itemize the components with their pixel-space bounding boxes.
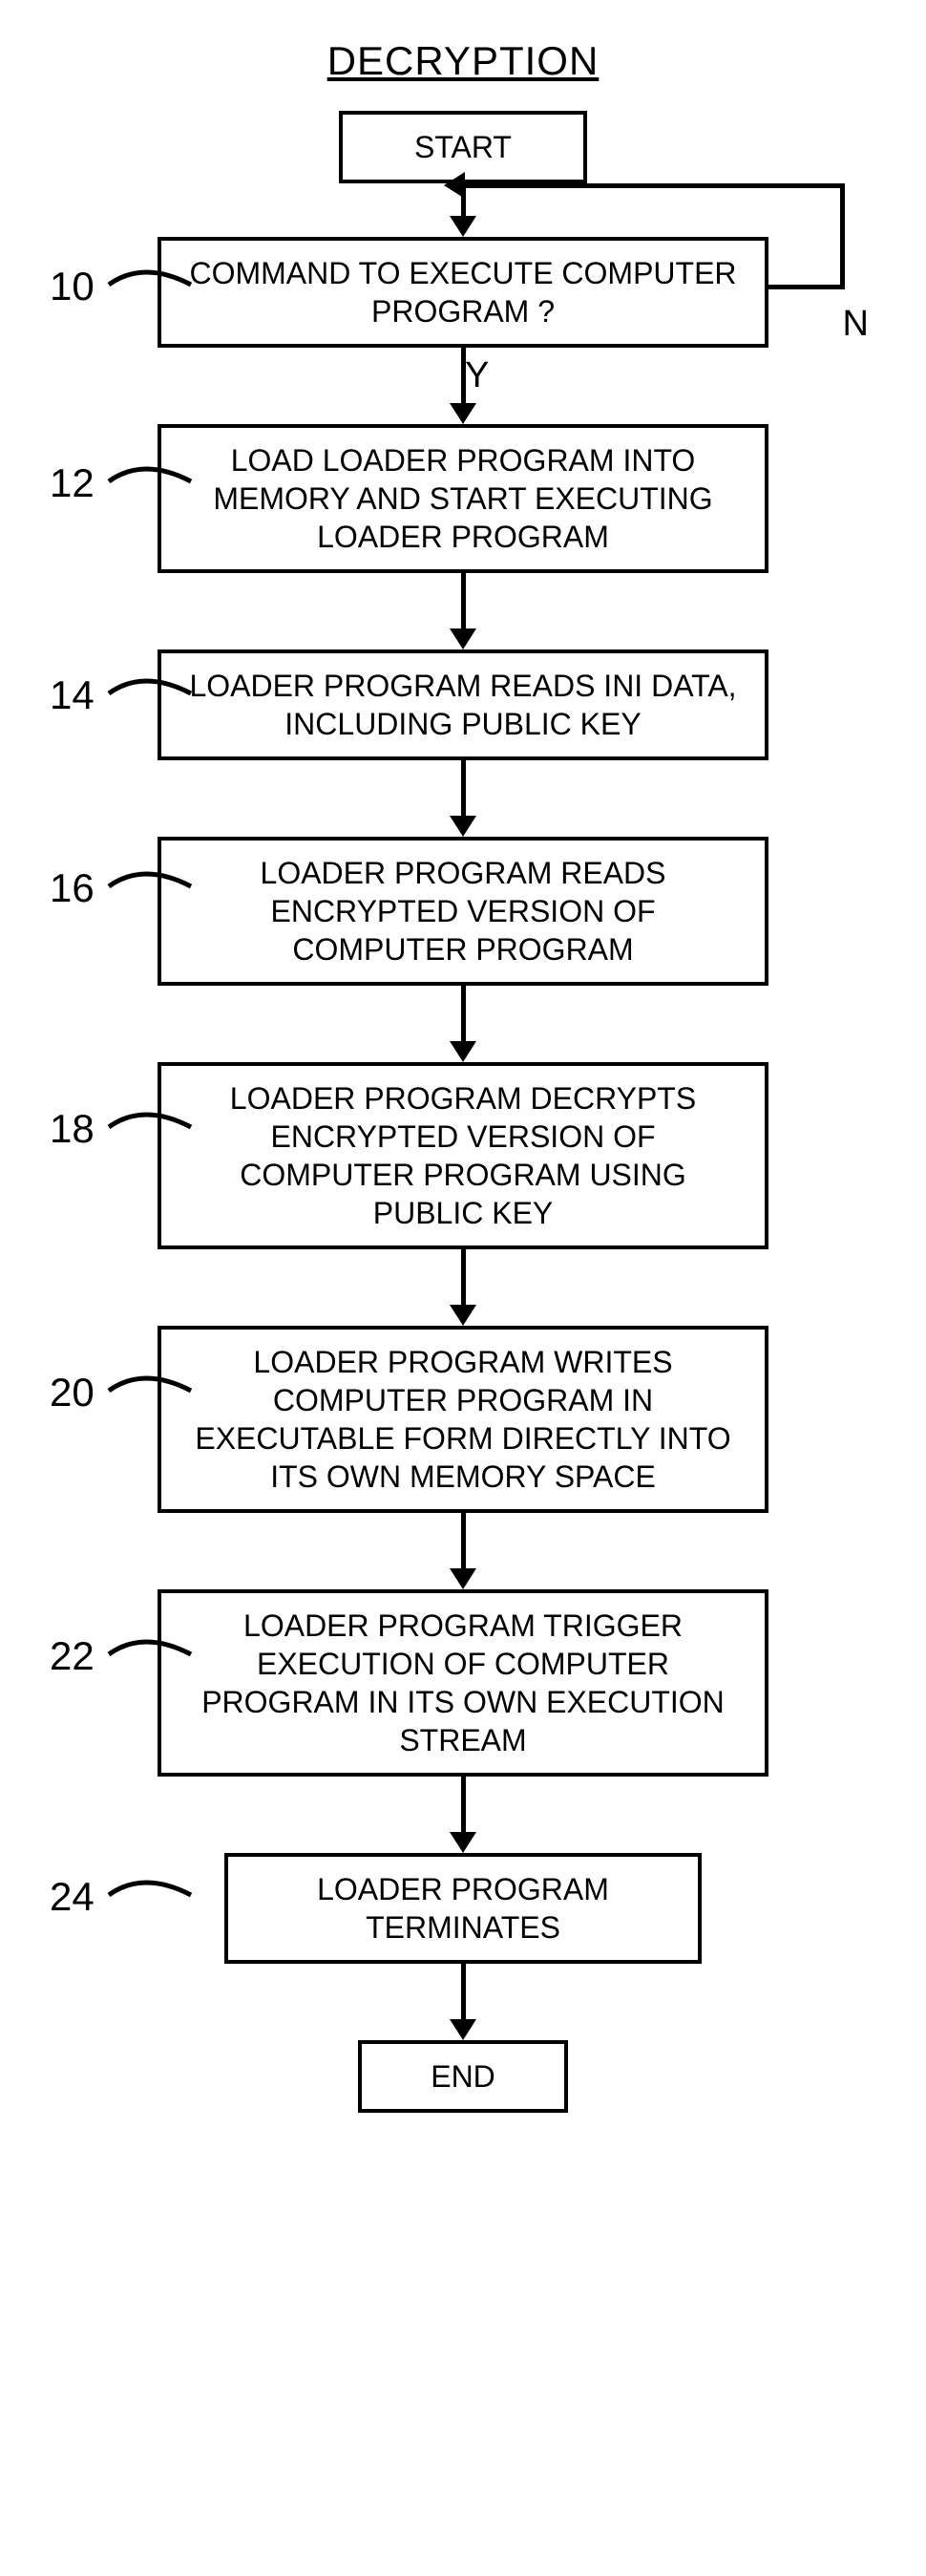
edge bbox=[461, 760, 466, 818]
yes-label: Y bbox=[465, 355, 489, 396]
arrow-down-icon bbox=[450, 216, 476, 237]
start-node: START bbox=[339, 111, 587, 183]
edge bbox=[461, 1249, 466, 1307]
diagram-title: DECRYPTION bbox=[327, 38, 600, 84]
step-number: 22 bbox=[50, 1633, 95, 1679]
label-connector bbox=[105, 1866, 195, 1924]
step-number: 18 bbox=[50, 1106, 95, 1152]
step-box-16: LOADER PROGRAM READS ENCRYPTED VERSION O… bbox=[158, 837, 768, 986]
edge bbox=[461, 1513, 466, 1570]
no-label: N bbox=[843, 304, 869, 345]
step-box-12: LOAD LOADER PROGRAM INTO MEMORY AND STAR… bbox=[158, 424, 768, 573]
edge bbox=[461, 573, 466, 630]
arrow-down-icon bbox=[450, 1041, 476, 1062]
arrow-down-icon bbox=[450, 1305, 476, 1326]
step-number: 14 bbox=[50, 672, 95, 718]
step-box-18: LOADER PROGRAM DECRYPTS ENCRYPTED VERSIO… bbox=[158, 1062, 768, 1249]
arrow-down-icon bbox=[450, 628, 476, 649]
flowchart-column: START 10 COMMAND TO EXECUTE COMPUTER PRO… bbox=[0, 111, 926, 2113]
edge bbox=[461, 1964, 466, 2021]
arrow-down-icon bbox=[450, 2019, 476, 2040]
step-box-14: LOADER PROGRAM READS INI DATA, INCLUDING… bbox=[158, 649, 768, 760]
step-box-20: LOADER PROGRAM WRITES COMPUTER PROGRAM I… bbox=[158, 1326, 768, 1513]
decision-block: 10 COMMAND TO EXECUTE COMPUTER PROGRAM ?… bbox=[0, 218, 926, 348]
step-box-24: LOADER PROGRAM TERMINATES bbox=[224, 1853, 702, 1964]
label-connector bbox=[105, 1626, 195, 1683]
label-connector bbox=[105, 256, 195, 313]
arrow-down-icon bbox=[450, 1568, 476, 1589]
step-number: 24 bbox=[50, 1874, 95, 1920]
label-connector bbox=[105, 858, 195, 915]
edge bbox=[461, 986, 466, 1043]
label-connector bbox=[105, 1362, 195, 1419]
label-connector bbox=[105, 665, 195, 722]
arrow-down-icon bbox=[450, 816, 476, 837]
edge bbox=[461, 1777, 466, 1834]
step-number: 20 bbox=[50, 1370, 95, 1416]
step-number: 10 bbox=[50, 264, 95, 309]
step-box-10: COMMAND TO EXECUTE COMPUTER PROGRAM ? bbox=[158, 237, 768, 348]
arrow-down-icon bbox=[450, 1832, 476, 1853]
step-number: 12 bbox=[50, 460, 95, 506]
label-connector bbox=[105, 1098, 195, 1156]
step-box-22: LOADER PROGRAM TRIGGER EXECUTION OF COMP… bbox=[158, 1589, 768, 1777]
step-number: 16 bbox=[50, 865, 95, 911]
edge bbox=[461, 183, 466, 218]
arrow-down-icon bbox=[450, 403, 476, 424]
end-node: END bbox=[358, 2040, 568, 2113]
label-connector bbox=[105, 453, 195, 510]
